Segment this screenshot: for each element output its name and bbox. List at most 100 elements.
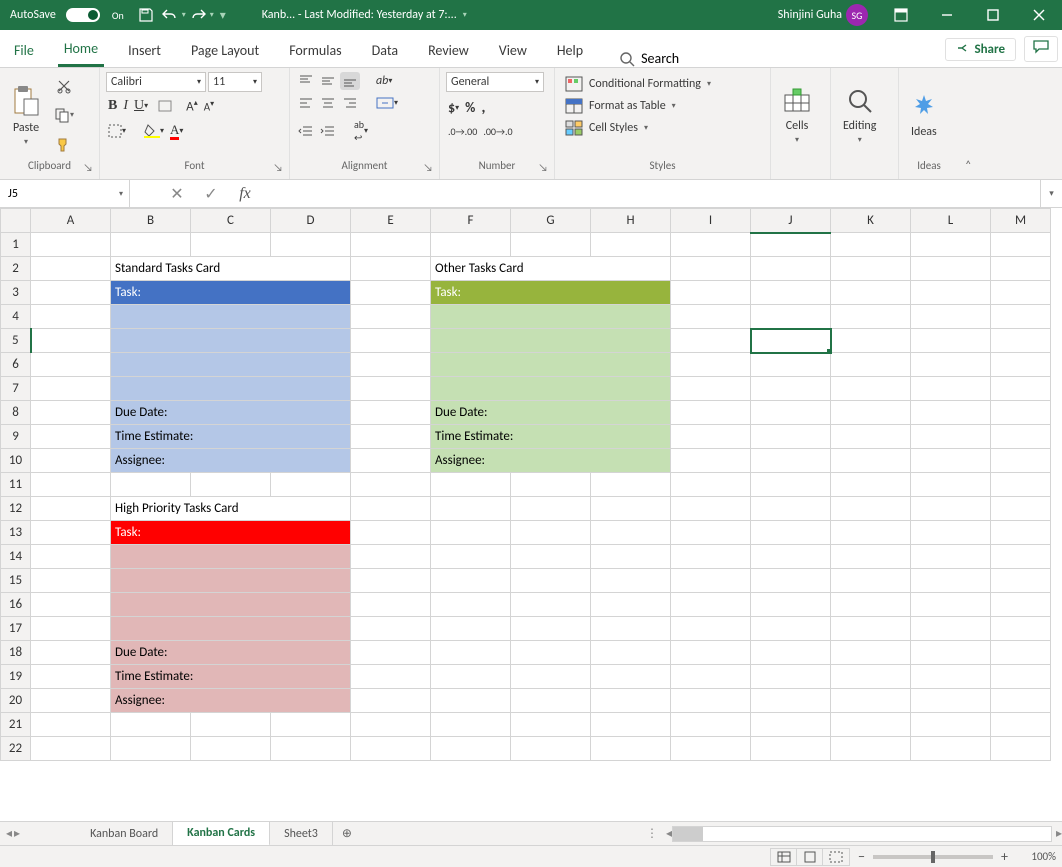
row-header-5[interactable]: 5 xyxy=(1,329,31,353)
font-size-combo[interactable]: 11▾ xyxy=(208,72,262,92)
row-header-13[interactable]: 13 xyxy=(1,521,31,545)
horizontal-scrollbar[interactable] xyxy=(672,826,1052,842)
share-button[interactable]: Share xyxy=(945,38,1016,61)
tab-review[interactable]: Review xyxy=(422,33,475,67)
row-header-17[interactable]: 17 xyxy=(1,617,31,641)
row-header-3[interactable]: 3 xyxy=(1,281,31,305)
active-cell[interactable] xyxy=(751,329,831,353)
comments-button[interactable] xyxy=(1024,36,1058,62)
tab-page-layout[interactable]: Page Layout xyxy=(185,33,265,67)
sheet-nav-next-icon[interactable]: ▸ xyxy=(14,826,20,841)
minimize-icon[interactable] xyxy=(924,0,970,30)
row-header-19[interactable]: 19 xyxy=(1,665,31,689)
view-page-layout-icon[interactable] xyxy=(797,849,823,865)
col-header-C[interactable]: C xyxy=(191,209,271,233)
col-header-A[interactable]: A xyxy=(31,209,111,233)
merge-center-icon[interactable]: ▾ xyxy=(374,94,400,112)
row-header-10[interactable]: 10 xyxy=(1,449,31,473)
col-header-J[interactable]: J xyxy=(751,209,831,233)
row-header-4[interactable]: 4 xyxy=(1,305,31,329)
accounting-format-icon[interactable]: $▾ xyxy=(446,96,461,119)
row-header-6[interactable]: 6 xyxy=(1,353,31,377)
col-header-B[interactable]: B xyxy=(111,209,191,233)
percent-format-icon[interactable]: % xyxy=(463,96,477,119)
name-box[interactable]: J5 ▾ xyxy=(0,180,130,207)
collapse-ribbon-icon[interactable]: ˄ xyxy=(959,68,977,179)
user-name[interactable]: Shinjini Guha xyxy=(778,8,842,22)
row-header-14[interactable]: 14 xyxy=(1,545,31,569)
autosave-toggle[interactable] xyxy=(66,8,100,22)
wrap-text-icon[interactable]: ab↩▾ xyxy=(352,116,370,146)
cancel-formula-icon[interactable]: ✕ xyxy=(160,184,194,204)
row-header-12[interactable]: 12 xyxy=(1,497,31,521)
alignment-dialog-launcher[interactable]: ↘ xyxy=(423,161,433,175)
font-dialog-launcher[interactable]: ↘ xyxy=(273,161,283,175)
row-header-15[interactable]: 15 xyxy=(1,569,31,593)
orientation-icon[interactable]: ab▾ xyxy=(374,72,394,90)
copy-icon[interactable]: ▾ xyxy=(52,105,76,125)
col-header-D[interactable]: D xyxy=(271,209,351,233)
comma-format-icon[interactable]: , xyxy=(479,96,487,119)
tab-view[interactable]: View xyxy=(493,33,533,67)
sheet-tab-kanban-cards[interactable]: Kanban Cards xyxy=(173,822,270,846)
align-center-icon[interactable] xyxy=(318,94,338,112)
zoom-level[interactable]: 100% xyxy=(1016,850,1056,863)
col-header-F[interactable]: F xyxy=(431,209,511,233)
enter-formula-icon[interactable]: ✓ xyxy=(194,184,228,204)
align-bottom-icon[interactable] xyxy=(340,72,360,90)
decrease-indent-icon[interactable] xyxy=(296,116,316,146)
align-right-icon[interactable] xyxy=(340,94,360,112)
font-color-button[interactable]: A▾ xyxy=(168,120,185,142)
row-header-1[interactable]: 1 xyxy=(1,233,31,257)
row-header-7[interactable]: 7 xyxy=(1,377,31,401)
row-header-11[interactable]: 11 xyxy=(1,473,31,497)
tab-help[interactable]: Help xyxy=(551,33,589,67)
tab-formulas[interactable]: Formulas xyxy=(283,33,347,67)
zoom-slider[interactable] xyxy=(873,855,993,859)
ideas-button[interactable]: Ideas xyxy=(905,72,943,159)
close-icon[interactable] xyxy=(1016,0,1062,30)
cell-styles-button[interactable]: Cell Styles▾ xyxy=(565,120,711,136)
view-normal-icon[interactable] xyxy=(771,849,797,865)
row-header-21[interactable]: 21 xyxy=(1,713,31,737)
sheet-nav-prev-icon[interactable]: ◂ xyxy=(6,826,12,841)
col-header-L[interactable]: L xyxy=(911,209,991,233)
format-painter-icon[interactable] xyxy=(52,135,76,155)
cut-icon[interactable] xyxy=(52,76,76,96)
col-header-K[interactable]: K xyxy=(831,209,911,233)
view-page-break-icon[interactable] xyxy=(823,849,849,865)
zoom-in-button[interactable]: + xyxy=(1001,848,1008,865)
tab-data[interactable]: Data xyxy=(366,33,404,67)
maximize-icon[interactable] xyxy=(970,0,1016,30)
clipboard-dialog-launcher[interactable]: ↘ xyxy=(83,161,93,175)
save-icon[interactable] xyxy=(134,0,158,30)
tab-home[interactable]: Home xyxy=(58,33,104,67)
row-header-8[interactable]: 8 xyxy=(1,401,31,425)
border-bottom-none-icon[interactable] xyxy=(156,96,174,116)
borders-button[interactable]: ▾ xyxy=(106,120,128,142)
tab-insert[interactable]: Insert xyxy=(122,33,167,67)
number-dialog-launcher[interactable]: ↘ xyxy=(538,161,548,175)
expand-formula-bar-icon[interactable]: ▾ xyxy=(1040,180,1062,207)
row-header-18[interactable]: 18 xyxy=(1,641,31,665)
number-format-combo[interactable]: General▾ xyxy=(446,72,544,92)
user-avatar[interactable]: SG xyxy=(846,4,868,26)
tab-file[interactable]: File xyxy=(8,33,40,67)
col-header-E[interactable]: E xyxy=(351,209,431,233)
insert-function-icon[interactable]: fx xyxy=(228,185,262,203)
col-header-I[interactable]: I xyxy=(671,209,751,233)
col-header-G[interactable]: G xyxy=(511,209,591,233)
align-top-icon[interactable] xyxy=(296,72,316,90)
formula-input[interactable] xyxy=(262,186,1040,201)
row-header-20[interactable]: 20 xyxy=(1,689,31,713)
redo-icon[interactable] xyxy=(186,0,210,30)
align-left-icon[interactable] xyxy=(296,94,316,112)
spreadsheet-grid[interactable]: ABCDEFGHIJKLM12Standard Tasks CardOther … xyxy=(0,208,1062,821)
col-header-H[interactable]: H xyxy=(591,209,671,233)
bold-button[interactable]: B xyxy=(106,96,119,116)
new-sheet-button[interactable]: ⊕ xyxy=(333,826,361,841)
col-header-M[interactable]: M xyxy=(991,209,1051,233)
ribbon-display-icon[interactable] xyxy=(878,0,924,30)
sheet-tab-sheet3[interactable]: Sheet3 xyxy=(270,822,333,846)
row-header-9[interactable]: 9 xyxy=(1,425,31,449)
